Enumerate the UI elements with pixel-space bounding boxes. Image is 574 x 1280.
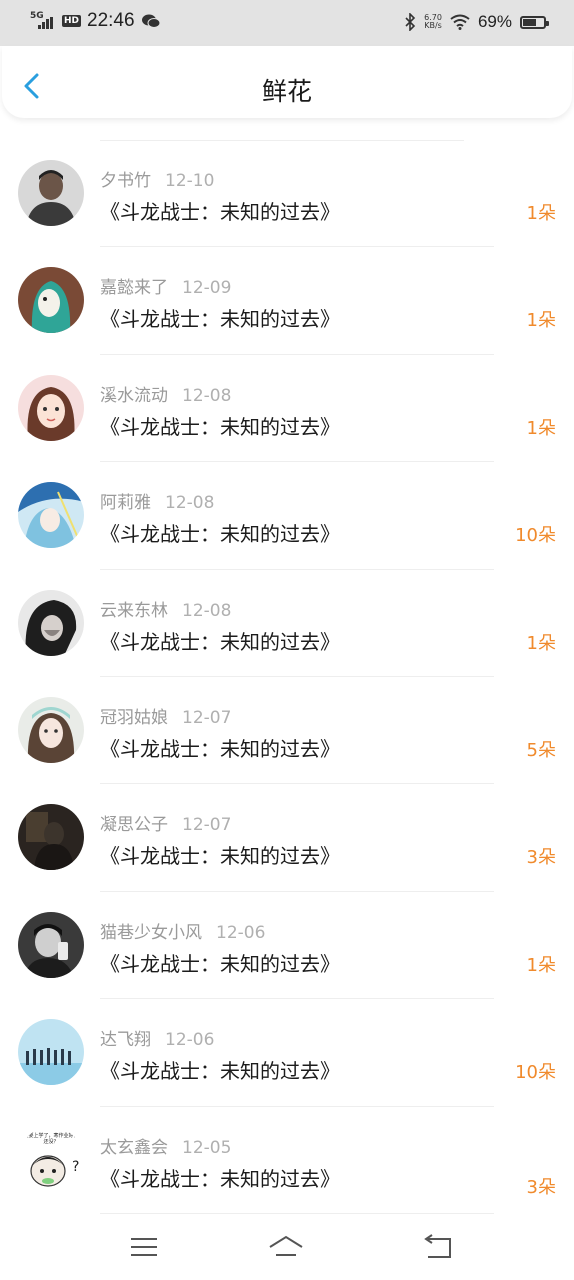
book-title: 《斗龙战士：未知的过去》 [100,522,340,547]
avatar [18,696,84,763]
flower-count: 10朵 [515,525,556,547]
bluetooth-icon [405,13,416,31]
date: 12-08 [165,493,215,514]
date: 12-07 [182,707,232,728]
flower-list: 夕书竹 12-10 《斗龙战士：未知的过去》 1朵 嘉懿来了 12-09 《斗龙战士… [0,140,574,1214]
status-time: 22:46 [87,10,135,31]
date: 12-05 [182,1137,232,1158]
home-icon[interactable] [268,1233,304,1261]
date: 12-09 [182,278,232,299]
avatar-sticker-text: 天要上学了，寒作业好做还没？ [23,1132,79,1145]
battery-percent: 69% [477,12,512,31]
date: 12-06 [165,1030,215,1051]
flower-count: 3朵 [526,847,556,869]
avatar [18,267,84,334]
wifi-icon [450,14,470,30]
book-title: 《斗龙战士：未知的过去》 [100,1059,340,1084]
network-speed: 6.70 KB/s [424,13,442,30]
flower-count: 1朵 [526,417,556,439]
signal-icon: 5G [30,11,56,31]
user-name: 凝思公子 [100,815,168,836]
avatar: ? 天要上学了，寒作业好做还没？ [18,1126,84,1193]
flower-count: 1朵 [526,203,556,224]
book-title: 《斗龙战士：未知的过去》 [100,1166,340,1191]
list-item[interactable]: 云来东林 12-08 《斗龙战士：未知的过去》 1朵 [0,570,574,677]
flower-count: 1朵 [526,310,556,332]
date: 12-08 [182,385,232,406]
list-item[interactable]: 凝思公子 12-07 《斗龙战士：未知的过去》 3朵 [0,784,574,892]
header: 鲜花 [2,46,572,118]
date: 12-08 [182,600,232,621]
user-name: 云来东林 [100,600,168,621]
list-item[interactable]: 溪水流动 12-08 《斗龙战士：未知的过去》 1朵 [0,355,574,463]
book-title: 《斗龙战士：未知的过去》 [100,736,340,761]
book-title: 《斗龙战士：未知的过去》 [100,844,340,869]
back-icon[interactable] [420,1233,456,1261]
flower-count: 1朵 [526,954,556,976]
avatar [18,804,84,871]
menu-icon[interactable] [126,1233,162,1261]
user-name: 猫巷少女小风 [100,922,202,943]
user-name: 夕书竹 [100,171,151,191]
list-item[interactable]: 冠羽姑娘 12-07 《斗龙战士：未知的过去》 5朵 [0,677,574,785]
book-title: 《斗龙战士：未知的过去》 [100,951,340,976]
avatar [18,374,84,441]
list-item[interactable]: 猫巷少女小风 12-06 《斗龙战士：未知的过去》 1朵 [0,892,574,1000]
user-name: 嘉懿来了 [100,278,168,299]
wechat-icon [141,14,161,28]
book-title: 《斗龙战士：未知的过去》 [100,629,340,654]
user-name: 冠羽姑娘 [100,707,168,728]
book-title: 《斗龙战士：未知的过去》 [100,414,340,439]
flower-count: 5朵 [526,739,556,761]
user-name: 太玄鑫会 [100,1137,168,1158]
flower-count: 10朵 [515,1062,556,1084]
status-bar: 5G HD 22:46 6.70 KB/s 69% [0,0,574,46]
list-item[interactable]: 阿莉雅 12-08 《斗龙战士：未知的过去》 10朵 [0,462,574,570]
battery-icon [520,15,549,29]
flower-count: 1朵 [526,632,556,654]
flower-count: 3朵 [526,1176,556,1198]
avatar [18,1019,84,1086]
avatar [18,911,84,978]
date: 12-06 [216,922,266,943]
bottom-navigation [0,1215,574,1280]
book-title: 《斗龙战士：未知的过去》 [100,200,340,224]
user-name: 达飞翔 [100,1030,151,1051]
hd-badge: HD [62,15,82,27]
svg-text:?: ? [72,1159,79,1175]
date: 12-07 [182,815,232,836]
list-item[interactable]: ? 天要上学了，寒作业好做还没？ 太玄鑫会 12-05 《斗龙战士：未知的过去》 … [0,1107,574,1214]
list-item[interactable]: 夕书竹 12-10 《斗龙战士：未知的过去》 1朵 [0,140,574,248]
avatar [18,589,84,656]
page-title: 鲜花 [261,77,312,106]
user-name: 溪水流动 [100,385,168,406]
avatar [18,160,84,226]
row-divider [100,1212,494,1214]
book-title: 《斗龙战士：未知的过去》 [100,307,340,332]
avatar [18,482,84,549]
date: 12-10 [165,171,215,191]
user-name: 阿莉雅 [100,493,151,514]
list-item[interactable]: 达飞翔 12-06 《斗龙战士：未知的过去》 10朵 [0,999,574,1107]
list-item[interactable]: 嘉懿来了 12-09 《斗龙战士：未知的过去》 1朵 [0,247,574,355]
